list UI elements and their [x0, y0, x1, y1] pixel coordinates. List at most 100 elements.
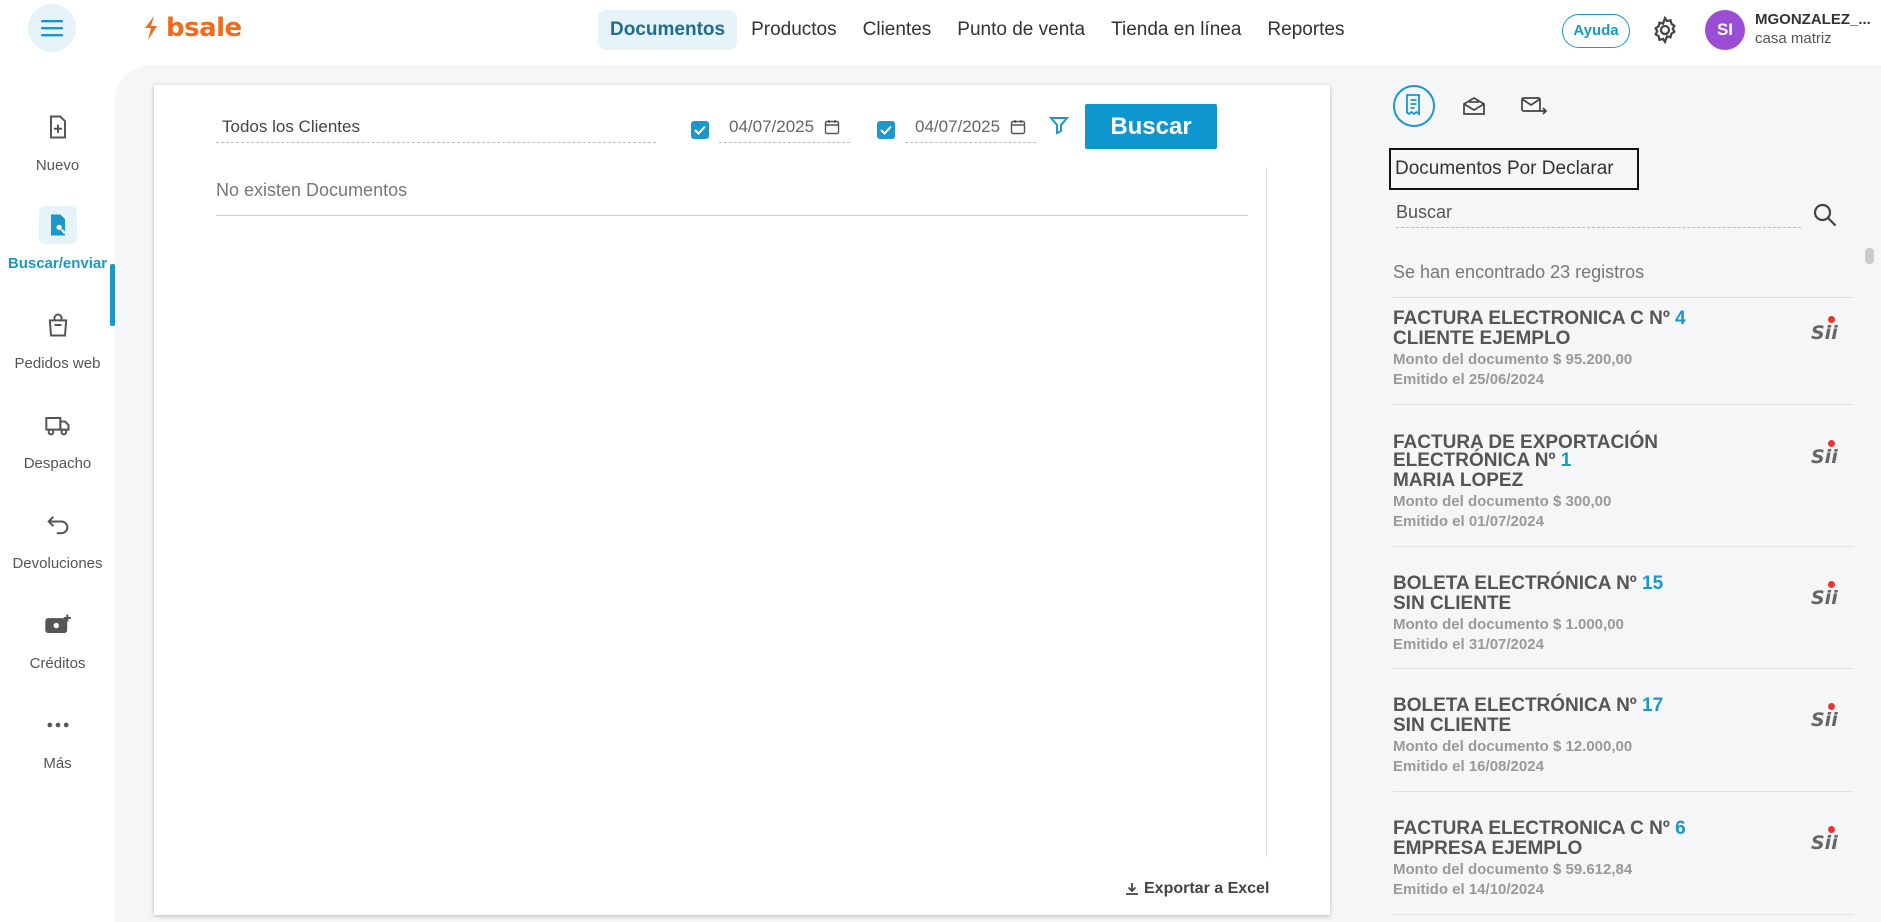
list-item[interactable]: BOLETA ELECTRÓNICA Nº 15 SIN CLIENTE Mon… [1393, 573, 1854, 669]
truck-icon [44, 417, 69, 436]
user-info[interactable]: MGONZALEZ_... casa matriz [1755, 11, 1871, 47]
doc-title: BOLETA ELECTRÓNICA Nº 15 [1393, 573, 1664, 594]
date-from-field[interactable]: 04/07/2025 [719, 117, 851, 143]
scrollbar-thumb[interactable] [1865, 248, 1874, 264]
tab-send[interactable] [1513, 85, 1555, 127]
date-from-checkbox[interactable] [691, 121, 709, 139]
panel-divider [1266, 167, 1267, 857]
mail-send-icon [1521, 97, 1548, 115]
search-icon [1813, 203, 1837, 227]
left-sidebar: Nuevo Buscar/enviar Pedidos web Despacho… [0, 60, 115, 922]
gear-icon [1654, 15, 1676, 45]
nav-documentos[interactable]: Documentos [598, 10, 738, 50]
calendar-icon [1010, 120, 1026, 135]
doc-number: 6 [1675, 818, 1686, 839]
brand-name: bsale [166, 13, 242, 43]
doc-date: Emitido el 31/07/2024 [1393, 636, 1544, 653]
shopping-bag-icon [48, 313, 67, 337]
nav-reportes[interactable]: Reportes [1255, 10, 1356, 50]
doc-client: EMPRESA EJEMPLO [1393, 838, 1583, 859]
list-item[interactable]: BOLETA ELECTRÓNICA Nº 17 SIN CLIENTE Mon… [1393, 695, 1854, 792]
brand-logo[interactable]: bsale [142, 13, 242, 43]
file-plus-icon [49, 115, 66, 139]
hamburger-icon [41, 20, 63, 37]
help-button[interactable]: Ayuda [1562, 14, 1630, 48]
nav-clientes[interactable]: Clientes [851, 10, 944, 50]
doc-client: MARIA LOPEZ [1393, 470, 1524, 491]
check-icon [694, 125, 706, 135]
download-icon [1126, 883, 1138, 895]
sidebar-item-nuevo[interactable]: Nuevo [0, 108, 115, 174]
money-plus-icon [44, 614, 71, 633]
receipt-icon [1406, 94, 1420, 116]
empty-results-message: No existen Documentos [216, 180, 1248, 216]
search-button[interactable]: Buscar [1085, 104, 1217, 149]
tab-inbox[interactable] [1453, 85, 1495, 127]
avatar[interactable]: SI [1705, 10, 1745, 50]
doc-client: CLIENTE EJEMPLO [1393, 328, 1571, 349]
list-item[interactable]: FACTURA ELECTRONICA C Nº 4 CLIENTE EJEMP… [1393, 308, 1854, 405]
sidebar-item-pedidos-web[interactable]: Pedidos web [0, 306, 115, 372]
sidebar-item-label: Nuevo [35, 157, 80, 174]
search-button-right[interactable] [1812, 202, 1838, 233]
sidebar-item-devoluciones[interactable]: Devoluciones [0, 506, 115, 572]
list-item[interactable]: FACTURA DE EXPORTACIÓN ELECTRÓNICA Nº 1 … [1393, 432, 1854, 547]
doc-date: Emitido el 25/06/2024 [1393, 371, 1544, 388]
sidebar-item-creditos[interactable]: Créditos [0, 606, 115, 672]
export-excel-button[interactable]: Exportar a Excel [1124, 880, 1269, 898]
doc-amount: Monto del documento $ 300,00 [1393, 493, 1612, 510]
documents-search-input[interactable]: Buscar [1396, 202, 1801, 228]
doc-number: 15 [1642, 573, 1664, 594]
doc-amount: Monto del documento $ 12.000,00 [1393, 738, 1633, 755]
date-to-field[interactable]: 04/07/2025 [905, 117, 1037, 143]
doc-date: Emitido el 14/10/2024 [1393, 881, 1544, 898]
date-to-checkbox[interactable] [877, 121, 895, 139]
doc-title: FACTURA ELECTRONICA C Nº 4 [1393, 308, 1686, 329]
check-icon [880, 125, 892, 135]
sidebar-item-label: Devoluciones [12, 555, 103, 572]
more-dots-icon [47, 722, 68, 728]
clients-select[interactable]: Todos los Clientes [216, 117, 656, 143]
doc-client: SIN CLIENTE [1393, 715, 1512, 736]
open-mail-icon [1463, 97, 1485, 115]
user-name: MGONZALEZ_... [1755, 11, 1871, 28]
sidebar-item-label: Buscar/enviar [7, 255, 108, 272]
records-count: Se han encontrado 23 registros [1393, 262, 1854, 298]
top-bar: bsale Documentos Productos Clientes Punt… [0, 0, 1881, 60]
list-item[interactable]: FACTURA ELECTRONICA C Nº 6 EMPRESA EJEMP… [1393, 818, 1854, 915]
date-from-value: 04/07/2025 [729, 117, 815, 136]
nav-punto-de-venta[interactable]: Punto de venta [945, 10, 1097, 50]
file-search-icon [50, 214, 66, 236]
date-to-value: 04/07/2025 [915, 117, 1001, 136]
sidebar-item-despacho[interactable]: Despacho [0, 406, 115, 472]
doc-amount: Monto del documento $ 59.612,84 [1393, 861, 1633, 878]
calendar-icon [824, 120, 840, 135]
doc-title: FACTURA DE EXPORTACIÓN ELECTRÓNICA Nº 1 [1393, 432, 1658, 471]
doc-title: BOLETA ELECTRÓNICA Nº 17 [1393, 695, 1664, 716]
documents-panel: Todos los Clientes 04/07/2025 04/07/2025… [154, 85, 1330, 915]
settings-button[interactable] [1650, 15, 1680, 50]
return-arrow-icon [46, 516, 68, 535]
menu-button[interactable] [28, 4, 76, 52]
sii-status-icon[interactable]: Sii [1811, 826, 1838, 854]
doc-title: FACTURA ELECTRONICA C Nº 6 [1393, 818, 1686, 839]
sii-status-icon[interactable]: Sii [1811, 440, 1838, 468]
sii-status-icon[interactable]: Sii [1811, 703, 1838, 731]
sii-status-icon[interactable]: Sii [1811, 316, 1838, 344]
doc-amount: Monto del documento $ 95.200,00 [1393, 351, 1633, 368]
filter-button[interactable] [1048, 115, 1070, 140]
sidebar-item-label: Pedidos web [14, 355, 101, 372]
bsale-logo-icon [145, 16, 157, 40]
sidebar-item-label: Créditos [29, 655, 86, 672]
tab-documents[interactable] [1393, 85, 1435, 127]
main-nav: Documentos Productos Clientes Punto de v… [598, 10, 1357, 50]
sidebar-item-buscar-enviar[interactable]: Buscar/enviar [0, 206, 115, 272]
doc-amount: Monto del documento $ 1.000,00 [1393, 616, 1624, 633]
doc-client: SIN CLIENTE [1393, 593, 1512, 614]
nav-productos[interactable]: Productos [739, 10, 849, 50]
pending-documents-title: Documentos Por Declarar [1389, 148, 1639, 190]
sidebar-item-mas[interactable]: Más [0, 706, 115, 772]
doc-number: 1 [1560, 450, 1572, 471]
sii-status-icon[interactable]: Sii [1811, 581, 1838, 609]
nav-tienda-en-linea[interactable]: Tienda en línea [1099, 10, 1253, 50]
